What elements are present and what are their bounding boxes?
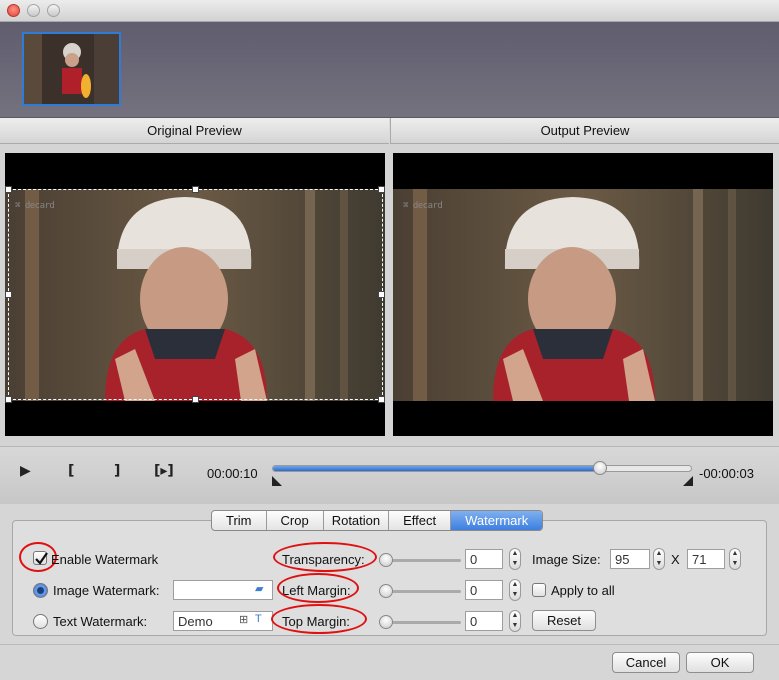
apply-to-all-label: Apply to all bbox=[551, 583, 615, 598]
original-preview-header: Original Preview bbox=[0, 118, 389, 144]
image-watermark-radio[interactable] bbox=[33, 583, 48, 598]
image-width-stepper[interactable]: ▲ ▼ bbox=[653, 548, 665, 570]
left-margin-slider-knob[interactable] bbox=[379, 584, 393, 598]
text-color-icon[interactable]: T bbox=[255, 613, 262, 625]
top-margin-slider-knob[interactable] bbox=[379, 615, 393, 629]
playback-controls: ▶ [ ] [▸] 00:00:10 -00:00:03 bbox=[0, 446, 779, 504]
preview-area: ⌘ decard ⌘ decard bbox=[0, 144, 779, 446]
resize-handle-right[interactable] bbox=[378, 291, 385, 298]
seek-progress bbox=[273, 466, 600, 471]
mark-out-icon[interactable]: ] bbox=[114, 463, 120, 479]
play-icon[interactable]: ▶ bbox=[20, 463, 31, 479]
left-margin-field[interactable]: 0 bbox=[465, 580, 503, 600]
settings-area: Trim Crop Rotation Effect Watermark Enab… bbox=[0, 504, 779, 644]
thumbnail-image bbox=[24, 34, 119, 104]
top-margin-field[interactable]: 0 bbox=[465, 611, 503, 631]
annotation-circle bbox=[277, 573, 359, 603]
folder-icon[interactable]: ▰ bbox=[255, 582, 263, 595]
original-preview-screen: ⌘ decard bbox=[5, 153, 385, 436]
image-size-label: Image Size: bbox=[532, 552, 601, 567]
transparency-slider-knob[interactable] bbox=[379, 553, 393, 567]
top-margin-stepper[interactable]: ▲ ▼ bbox=[509, 610, 521, 632]
remaining-time: -00:00:03 bbox=[699, 466, 754, 481]
zoom-window-button[interactable] bbox=[47, 4, 60, 17]
cancel-button[interactable]: Cancel bbox=[612, 652, 680, 673]
annotation-circle bbox=[271, 604, 367, 634]
tab-rotation[interactable]: Rotation bbox=[324, 511, 390, 530]
tab-watermark[interactable]: Watermark bbox=[451, 511, 543, 530]
left-margin-stepper[interactable]: ▲ ▼ bbox=[509, 579, 521, 601]
resize-handle-top-left[interactable] bbox=[5, 186, 12, 193]
title-bar bbox=[0, 0, 779, 22]
resize-handle-left[interactable] bbox=[5, 291, 12, 298]
image-watermark-label: Image Watermark: bbox=[53, 583, 160, 598]
step-frame-icon[interactable]: [▸] bbox=[154, 463, 174, 479]
output-preview-screen: ⌘ decard bbox=[393, 153, 773, 436]
tab-trim[interactable]: Trim bbox=[212, 511, 267, 530]
text-watermark-radio[interactable] bbox=[33, 614, 48, 629]
resize-handle-top-right[interactable] bbox=[378, 186, 385, 193]
video-frame-image bbox=[393, 189, 773, 401]
resize-handle-bottom[interactable] bbox=[192, 396, 199, 403]
resize-handle-bottom-right[interactable] bbox=[378, 396, 385, 403]
enable-watermark-label: Enable Watermark bbox=[51, 552, 159, 567]
transparency-stepper[interactable]: ▲ ▼ bbox=[509, 548, 521, 570]
image-height-stepper[interactable]: ▲ ▼ bbox=[729, 548, 741, 570]
trim-end-marker[interactable] bbox=[683, 476, 693, 486]
annotation-circle bbox=[273, 542, 377, 572]
tab-effect[interactable]: Effect bbox=[389, 511, 452, 530]
tab-crop[interactable]: Crop bbox=[267, 511, 324, 530]
apply-to-all-checkbox[interactable] bbox=[532, 583, 546, 597]
resize-handle-top[interactable] bbox=[192, 186, 199, 193]
tab-bar: Trim Crop Rotation Effect Watermark bbox=[211, 510, 544, 531]
ok-button[interactable]: OK bbox=[686, 652, 754, 673]
font-icon[interactable]: ⊞ bbox=[239, 613, 248, 626]
watermark-selection-box[interactable] bbox=[8, 189, 383, 400]
close-window-button[interactable] bbox=[7, 4, 20, 17]
text-watermark-label: Text Watermark: bbox=[53, 614, 148, 629]
transparency-field[interactable]: 0 bbox=[465, 549, 503, 569]
mark-in-icon[interactable]: [ bbox=[68, 463, 74, 479]
trim-start-marker[interactable] bbox=[272, 476, 282, 486]
watermark-panel: Enable Watermark Transparency: 0 ▲ ▼ Imag… bbox=[12, 520, 767, 636]
dialog-footer: Cancel OK bbox=[0, 644, 779, 680]
size-separator: X bbox=[671, 552, 680, 567]
output-preview-header: Output Preview bbox=[390, 118, 779, 144]
resize-handle-bottom-left[interactable] bbox=[5, 396, 12, 403]
seek-bar[interactable] bbox=[272, 465, 692, 472]
reset-button[interactable]: Reset bbox=[532, 610, 596, 631]
image-height-field[interactable]: 71 bbox=[687, 549, 725, 569]
output-video-frame: ⌘ decard bbox=[393, 189, 773, 401]
current-time: 00:00:10 bbox=[207, 466, 258, 481]
video-thumbnail[interactable] bbox=[22, 32, 121, 106]
image-width-field[interactable]: 95 bbox=[610, 549, 650, 569]
watermark-logo: ⌘ decard bbox=[403, 201, 443, 211]
seek-knob[interactable] bbox=[592, 461, 607, 475]
minimize-window-button[interactable] bbox=[27, 4, 40, 17]
clip-strip bbox=[0, 22, 779, 118]
